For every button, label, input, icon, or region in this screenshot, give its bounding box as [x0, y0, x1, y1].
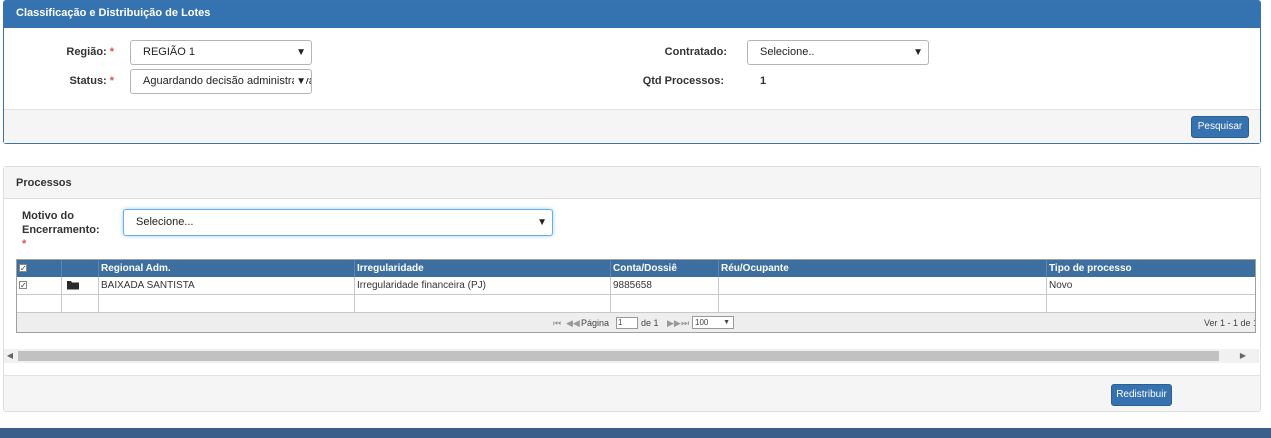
empty-cell — [1047, 295, 1255, 313]
required-mark: * — [109, 75, 114, 87]
first-page-icon[interactable]: ⏮ — [553, 318, 561, 329]
empty-cell — [17, 295, 62, 313]
folder-icon[interactable] — [66, 280, 80, 290]
column-header-reu[interactable]: Réu/Ocupante — [719, 260, 1047, 277]
empty-cell — [719, 295, 1047, 313]
empty-cell — [355, 295, 611, 313]
scroll-left-icon[interactable]: ◀ — [4, 349, 16, 363]
page-size-select[interactable]: 100 ▼ — [692, 316, 734, 329]
regiao-select[interactable]: REGIÃO 1 ▼ — [130, 40, 312, 65]
required-mark: * — [22, 238, 27, 250]
processos-grid: ✓ Regional Adm. Irregularidade Conta/Dos… — [16, 259, 1256, 333]
regiao-label: Região: * — [66, 46, 114, 58]
scrollbar-thumb[interactable] — [18, 351, 1219, 361]
contratado-label: Contratado: — [664, 46, 727, 58]
select-all-checkbox[interactable]: ✓ — [19, 264, 27, 273]
column-header-conta[interactable]: Conta/Dossiê — [611, 260, 719, 277]
prev-page-icon[interactable]: ◀◀ — [566, 318, 580, 329]
next-page-icon[interactable]: ▶▶ — [667, 318, 681, 329]
cell-tipo: Novo — [1047, 277, 1255, 295]
select-all-header: ✓ — [17, 260, 62, 277]
pesquisar-button[interactable]: Pesquisar — [1191, 116, 1249, 138]
processos-panel: Processos Motivo do Encerramento: * Sele… — [3, 166, 1261, 412]
qtd-processos-label: Qtd Processos: — [642, 75, 724, 87]
status-label: Status: * — [69, 75, 114, 87]
horizontal-scrollbar[interactable]: ◀ ▶ — [4, 349, 1259, 363]
empty-cell — [62, 295, 99, 313]
panel-footer: Pesquisar — [4, 109, 1260, 143]
cell-conta: 9885658 — [611, 277, 719, 295]
page-total: de 1 — [641, 318, 659, 328]
row-checkbox-cell: ✓ — [17, 277, 62, 295]
row-checkbox[interactable]: ✓ — [19, 281, 27, 290]
column-header-tipo[interactable]: Tipo de processo — [1047, 260, 1255, 277]
qtd-processos-value: 1 — [760, 75, 767, 87]
dropdown-arrow-icon: ▼ — [294, 70, 306, 93]
scroll-right-icon[interactable]: ▶ — [1237, 349, 1249, 363]
processos-title: Processos — [4, 167, 1260, 199]
motivo-label: Motivo do Encerramento: * — [22, 210, 100, 250]
row-icon-cell — [62, 277, 99, 295]
cell-irregularidade: Irregularidade financeira (PJ) — [355, 277, 611, 295]
cell-regional: BAIXADA SANTISTA — [99, 277, 355, 295]
column-header-regional[interactable]: Regional Adm. — [99, 260, 355, 277]
panel-title: Classificação e Distribuição de Lotes — [4, 1, 1260, 28]
empty-cell — [99, 295, 355, 313]
icon-column-header — [62, 260, 99, 277]
records-info: Ver 1 - 1 de 1 — [1204, 318, 1256, 328]
classificacao-panel: Classificação e Distribuição de Lotes Re… — [3, 0, 1261, 144]
footer-bar — [0, 428, 1271, 438]
required-mark: * — [109, 46, 114, 58]
contratado-select[interactable]: Selecione.. ▼ — [747, 40, 929, 65]
status-select[interactable]: Aguardando decisão administrativa ▼ — [130, 69, 312, 94]
dropdown-arrow-icon: ▼ — [535, 210, 547, 235]
last-page-icon[interactable]: ⏭ — [681, 318, 689, 329]
grid-pager: ⏮ ◀◀ Página 1 de 1 ▶▶ ⏭ 100 ▼ Ver 1 - 1 … — [17, 312, 1256, 332]
dropdown-arrow-icon: ▼ — [723, 319, 730, 326]
motivo-encerramento-select[interactable]: Selecione... ▼ — [123, 209, 553, 236]
cell-reu — [719, 277, 1047, 295]
redistribuir-button[interactable]: Redistribuir — [1111, 384, 1172, 406]
processos-footer: Redistribuir — [4, 375, 1260, 411]
column-header-irregularidade[interactable]: Irregularidade — [355, 260, 611, 277]
page-label: Página — [581, 318, 610, 328]
dropdown-arrow-icon: ▼ — [911, 41, 923, 64]
page-input[interactable]: 1 — [616, 317, 638, 329]
empty-cell — [611, 295, 719, 313]
dropdown-arrow-icon: ▼ — [294, 41, 306, 64]
